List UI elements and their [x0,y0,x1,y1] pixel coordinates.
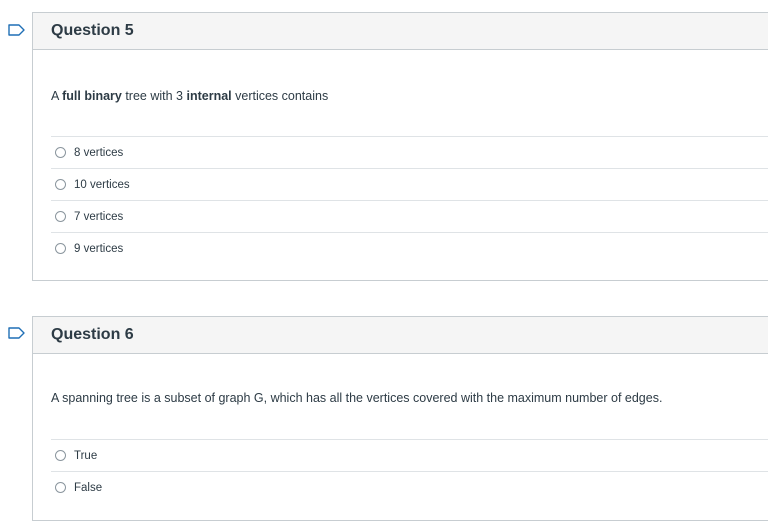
answer-label: True [74,449,98,462]
answer-label: False [74,481,103,494]
radio-button[interactable] [55,179,66,190]
radio-button[interactable] [55,482,66,493]
question-header: Question 6 [33,317,768,354]
question-text: A full binary tree with 3 internal verti… [51,89,329,103]
answer-label: 10 vertices [74,178,130,191]
flag-question-icon[interactable] [8,24,25,36]
answer-option[interactable]: True [51,439,768,471]
question-text: A spanning tree is a subset of graph G, … [51,391,663,405]
question-title: Question 5 [51,22,134,39]
question-header: Question 5 [33,13,768,50]
question-title: Question 6 [51,326,134,343]
answer-option[interactable]: 8 vertices [51,136,768,168]
answer-label: 7 vertices [74,210,124,223]
answer-list: True False [51,439,768,503]
flag-question-icon[interactable] [8,327,25,339]
radio-button[interactable] [55,450,66,461]
answer-label: 9 vertices [74,242,124,255]
answer-option[interactable]: 9 vertices [51,232,768,264]
answer-option[interactable]: 7 vertices [51,200,768,232]
quiz-page: Question 5 A full binary tree with 3 int… [0,0,768,524]
radio-button[interactable] [55,243,66,254]
question-6: Question 6 A spanning tree is a subset o… [32,316,768,521]
question-5: Question 5 A full binary tree with 3 int… [32,12,768,281]
answer-option[interactable]: False [51,471,768,503]
answer-list: 8 vertices 10 vertices 7 vertices 9 vert… [51,136,768,264]
radio-button[interactable] [55,211,66,222]
answer-label: 8 vertices [74,146,124,159]
radio-button[interactable] [55,147,66,158]
answer-option[interactable]: 10 vertices [51,168,768,200]
